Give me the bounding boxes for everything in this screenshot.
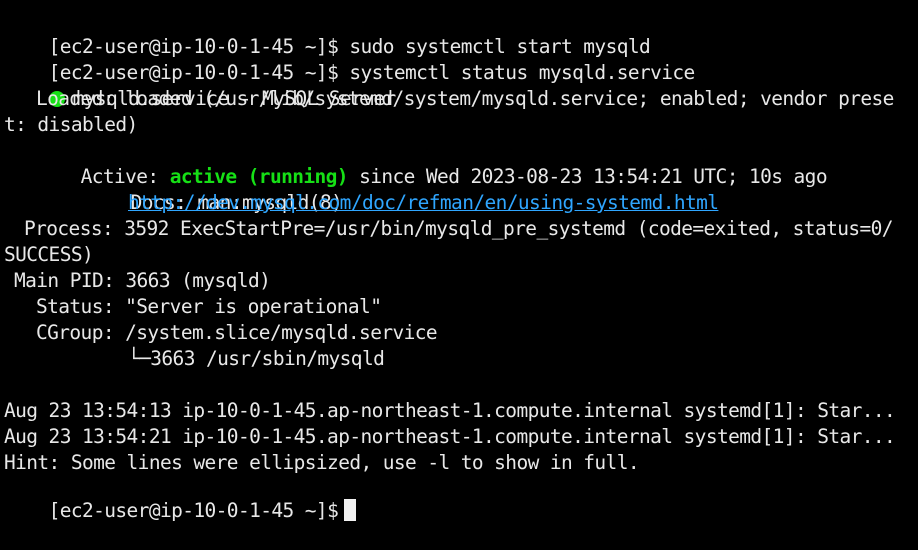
log-line: Aug 23 13:54:21 ip-10-0-1-45.ap-northeas… bbox=[4, 425, 896, 448]
cursor bbox=[344, 499, 357, 521]
loaded-line: Loaded: loaded (/usr/lib/systemd/system/… bbox=[36, 87, 894, 110]
active-line: Active: active (running) since Wed 2023-… bbox=[36, 138, 828, 188]
prompt: [ec2-user@ip-10-0-1-45 ~]$ bbox=[48, 499, 339, 522]
command-status-mysqld: systemctl status mysqld.service bbox=[349, 61, 695, 84]
status-line: Status: "Server is operational" bbox=[36, 295, 382, 318]
docs-link[interactable]: http://dev.mysql.com/doc/refman/en/using… bbox=[128, 190, 719, 216]
command-line: [ec2-user@ip-10-0-1-45 ~]$ sudo systemct… bbox=[4, 8, 651, 58]
cgroup-line: CGroup: /system.slice/mysqld.service bbox=[36, 321, 438, 344]
prompt-line[interactable]: [ec2-user@ip-10-0-1-45 ~]$ bbox=[4, 472, 357, 522]
active-since: since Wed 2023-08-23 13:54:21 UTC; 10s a… bbox=[347, 165, 828, 188]
terminal-window[interactable]: [ec2-user@ip-10-0-1-45 ~]$ sudo systemct… bbox=[0, 0, 918, 522]
command-line: [ec2-user@ip-10-0-1-45 ~]$ systemctl sta… bbox=[4, 34, 696, 84]
log-line: Aug 23 13:54:13 ip-10-0-1-45.ap-northeas… bbox=[4, 399, 896, 422]
loaded-line-wrap: t: disabled) bbox=[4, 113, 138, 136]
service-title-line: mysqld.service - MySQL Server bbox=[4, 60, 396, 110]
cgroup-child-line: └─3663 /usr/sbin/mysqld bbox=[128, 347, 385, 370]
process-line-wrap: SUCCESS) bbox=[4, 243, 94, 266]
process-line: Process: 3592 ExecStartPre=/usr/bin/mysq… bbox=[24, 217, 894, 240]
docs-line: Docs: man:mysqld(8) bbox=[86, 164, 343, 214]
main-pid-line: Main PID: 3663 (mysqld) bbox=[14, 269, 271, 292]
